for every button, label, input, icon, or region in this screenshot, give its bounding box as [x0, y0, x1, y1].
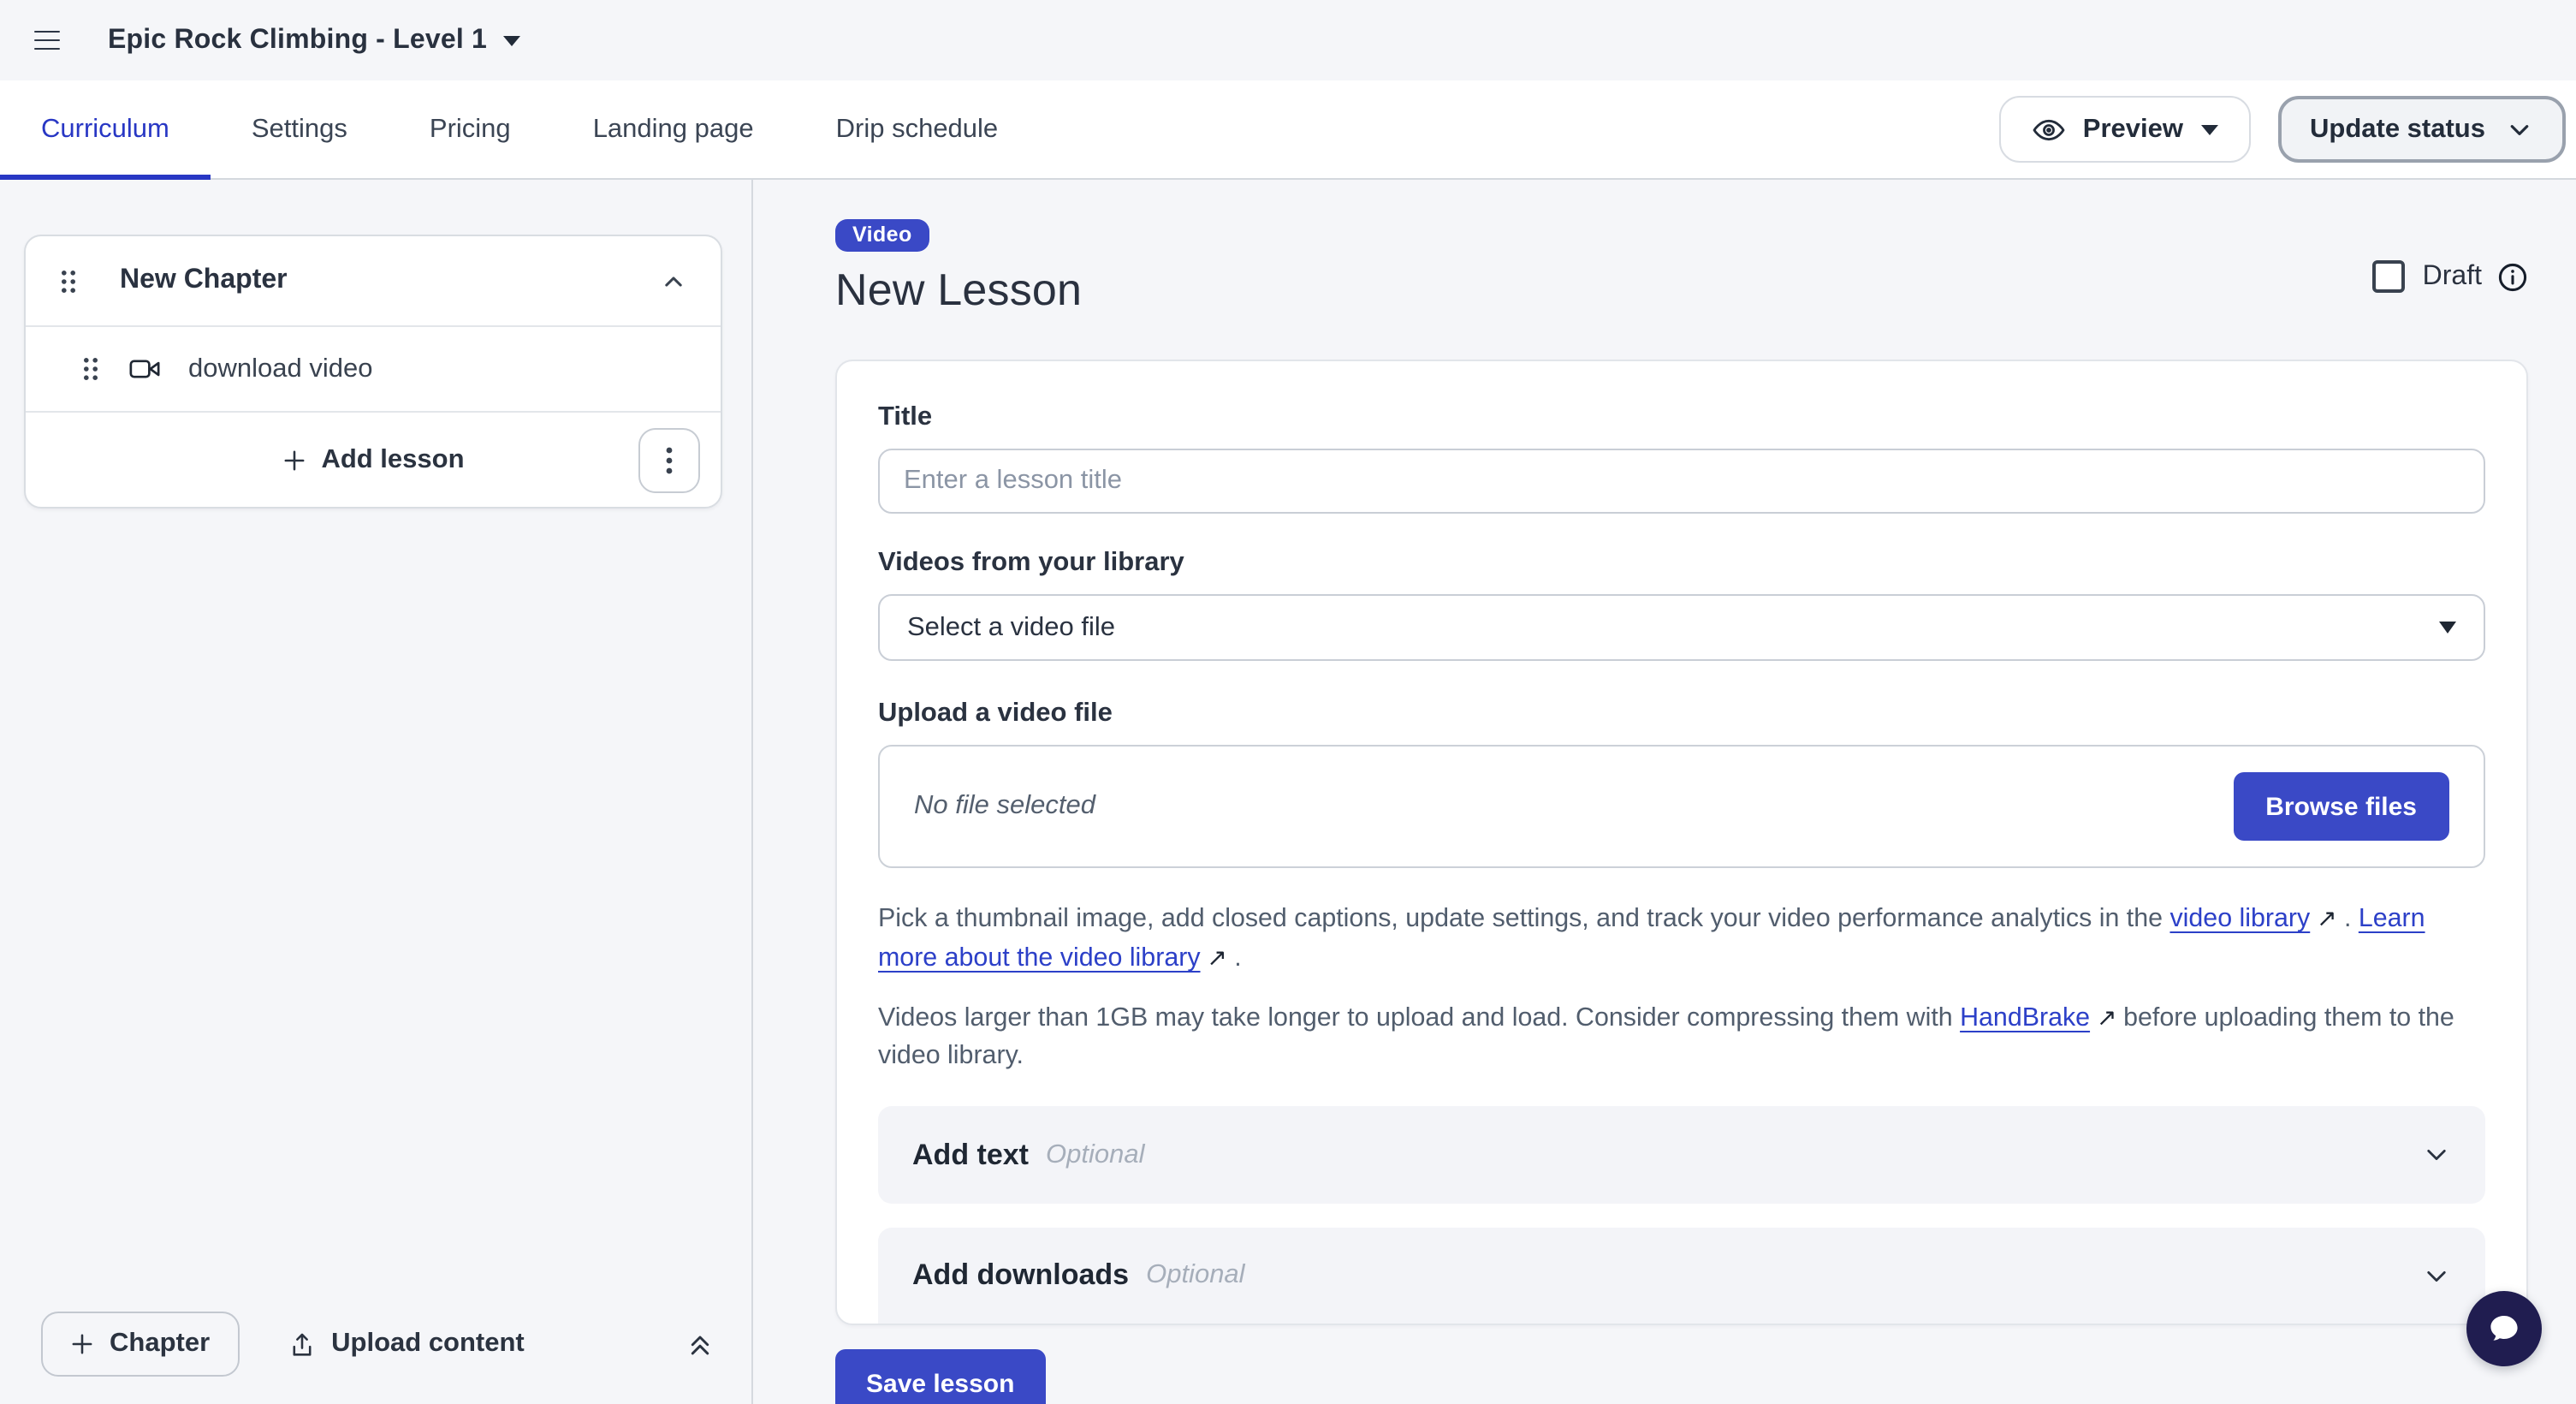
collapse-all-button[interactable] [686, 1330, 714, 1358]
upload-icon [287, 1330, 316, 1359]
lesson-heading-group: Video New Lesson [835, 219, 1082, 317]
caret-down-icon [502, 35, 519, 45]
help-text: Videos larger than 1GB may take longer t… [878, 1003, 1960, 1032]
lesson-title: download video [188, 354, 372, 384]
add-text-label: Add text [912, 1138, 1029, 1172]
optional-label: Optional [1046, 1139, 1144, 1170]
drag-handle-icon[interactable] [60, 268, 77, 294]
save-row: Save lesson [835, 1349, 2528, 1404]
add-chapter-button[interactable]: Chapter [41, 1312, 239, 1377]
draft-label: Draft [2423, 261, 2482, 292]
add-downloads-accordion[interactable]: Add downloads Optional [878, 1228, 2485, 1324]
caret-down-icon [2200, 124, 2217, 134]
double-chevron-up-icon [686, 1330, 714, 1358]
chat-widget-button[interactable] [2466, 1291, 2542, 1366]
plus-icon [282, 448, 306, 472]
chevron-up-icon [661, 268, 686, 294]
help-link[interactable]: video library [2169, 904, 2310, 933]
course-switcher[interactable]: Epic Rock Climbing - Level 1 [108, 25, 519, 56]
help-text: . [2337, 904, 2359, 933]
update-status-label: Update status [2310, 114, 2485, 145]
upload-content-button[interactable]: Upload content [287, 1329, 525, 1359]
add-chapter-label: Chapter [110, 1329, 210, 1359]
sidebar-footer: Chapter Upload content [0, 1312, 751, 1404]
upload-content-label: Upload content [331, 1329, 525, 1359]
preview-label: Preview [2083, 114, 2183, 145]
tabs: Curriculum Settings Pricing Landing page… [0, 80, 1039, 178]
lesson-editor: Video New Lesson Draft Title V [753, 180, 2576, 1404]
lesson-title-input[interactable] [878, 449, 2485, 514]
draft-checkbox[interactable] [2373, 260, 2406, 293]
compression-help-text: Videos larger than 1GB may take longer t… [878, 998, 2485, 1075]
eye-icon [2032, 112, 2066, 146]
chapter-footer: Add lesson [26, 413, 721, 507]
chevron-down-icon [2506, 116, 2533, 143]
add-lesson-label: Add lesson [321, 444, 464, 475]
tab-bar: Curriculum Settings Pricing Landing page… [0, 80, 2576, 180]
optional-label: Optional [1146, 1260, 1244, 1291]
page-title: New Lesson [835, 264, 1082, 317]
video-library-help-text: Pick a thumbnail image, add closed capti… [878, 899, 2485, 978]
external-link-arrow-icon: ↗ [2310, 904, 2336, 931]
help-text: Pick a thumbnail image, add closed capti… [878, 904, 2169, 933]
chat-bubble-icon [2484, 1308, 2525, 1349]
tab-drip-schedule[interactable]: Drip schedule [795, 80, 1040, 178]
top-header: Epic Rock Climbing - Level 1 [0, 0, 2576, 80]
course-builder-app: Epic Rock Climbing - Level 1 Curriculum … [0, 0, 2576, 1404]
title-label: Title [878, 402, 2485, 433]
video-library-label: Videos from your library [878, 548, 2485, 579]
chevron-down-icon [2422, 1140, 2451, 1169]
lesson-type-badge: Video [835, 219, 929, 252]
drag-handle-icon[interactable] [82, 356, 99, 382]
no-file-text: No file selected [914, 791, 1095, 822]
preview-button[interactable]: Preview [1999, 96, 2250, 163]
collapse-chapter-button[interactable] [661, 268, 686, 294]
help-link[interactable]: HandBrake [1960, 1003, 2090, 1032]
curriculum-sidebar: New Chapter download video [0, 180, 753, 1404]
tab-pricing[interactable]: Pricing [389, 80, 552, 178]
kebab-menu-icon [666, 446, 673, 473]
browse-files-button[interactable]: Browse files [2233, 772, 2449, 841]
upload-video-label: Upload a video file [878, 699, 2485, 729]
content-area: New Chapter download video [0, 180, 2576, 1404]
chapter-card: New Chapter download video [24, 235, 722, 509]
video-camera-icon [128, 353, 161, 385]
tab-settings[interactable]: Settings [211, 80, 389, 178]
chapter-header[interactable]: New Chapter [26, 236, 721, 327]
draft-toggle-group: Draft [2373, 260, 2528, 293]
course-title: Epic Rock Climbing - Level 1 [108, 25, 487, 56]
tab-curriculum[interactable]: Curriculum [0, 80, 211, 178]
hamburger-menu-icon[interactable] [34, 30, 60, 51]
plus-icon [70, 1332, 94, 1356]
lesson-header: Video New Lesson Draft [835, 219, 2528, 317]
external-link-arrow-icon: ↗ [2090, 1003, 2123, 1031]
info-icon[interactable] [2497, 261, 2528, 292]
video-file-select-value: Select a video file [907, 612, 1115, 643]
add-lesson-button[interactable]: Add lesson [282, 444, 464, 475]
add-downloads-label: Add downloads [912, 1258, 1129, 1293]
external-link-arrow-icon: ↗ [1201, 943, 1227, 971]
add-text-accordion[interactable]: Add text Optional [878, 1106, 2485, 1204]
select-caret-icon [2439, 622, 2456, 634]
header-actions: Preview Update status [1999, 96, 2566, 163]
chapter-menu-button[interactable] [638, 427, 700, 492]
video-file-select[interactable]: Select a video file [878, 594, 2485, 661]
help-text: . [1227, 943, 1242, 973]
update-status-button[interactable]: Update status [2277, 96, 2566, 163]
tab-landing-page[interactable]: Landing page [552, 80, 795, 178]
chapter-title: New Chapter [120, 265, 288, 296]
lesson-row[interactable]: download video [26, 327, 721, 413]
file-upload-box: No file selected Browse files [878, 745, 2485, 868]
chevron-down-icon [2422, 1261, 2451, 1290]
save-lesson-button[interactable]: Save lesson [835, 1349, 1045, 1404]
lesson-form-card: Title Videos from your library Select a … [835, 360, 2528, 1325]
